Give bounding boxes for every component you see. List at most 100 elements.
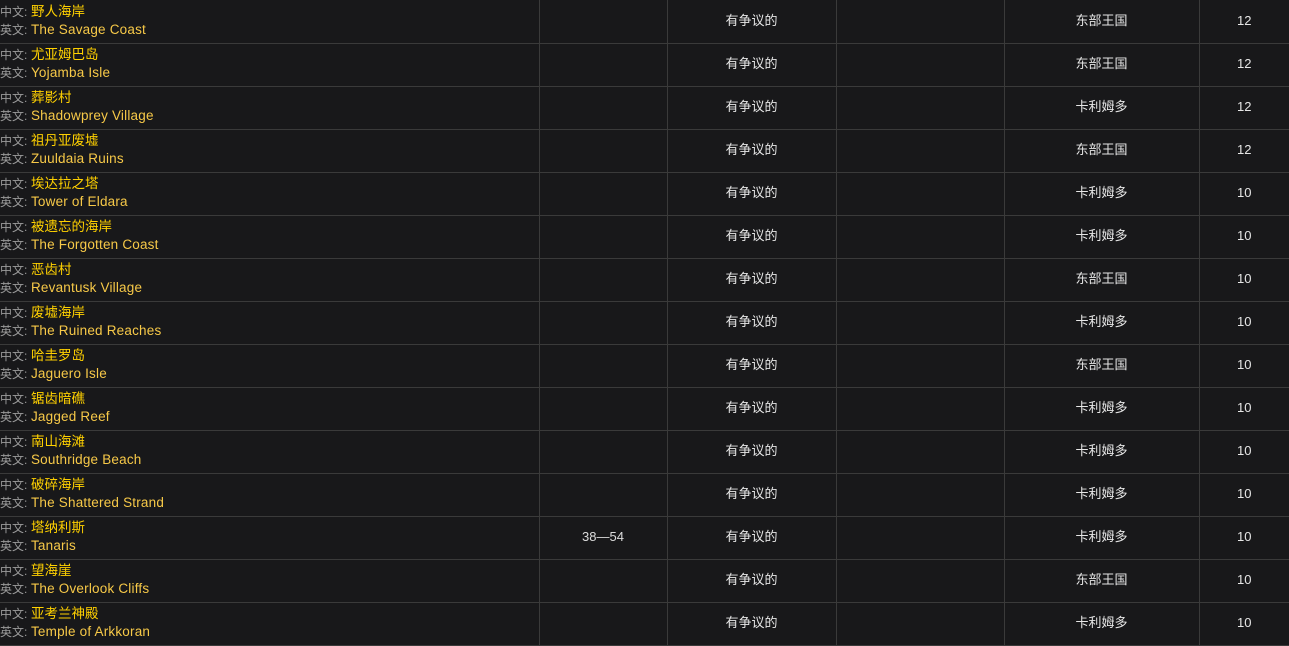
zone-name-en[interactable]: The Shattered Strand: [31, 495, 164, 510]
zone-number-cell: 10: [1199, 172, 1289, 216]
zone-status-cell: 有争议的: [667, 602, 837, 646]
zone-name-en[interactable]: Southridge Beach: [31, 452, 142, 467]
zone-name-zh-line: 中文: 塔纳利斯: [0, 520, 539, 537]
table-row[interactable]: 中文: 废墟海岸 英文: The Ruined Reaches 有争议的 卡利姆多 10: [0, 301, 1289, 345]
zone-number-cell: 12: [1199, 86, 1289, 130]
zone-name-cell[interactable]: 中文: 破碎海岸 英文: The Shattered Strand: [0, 473, 540, 517]
zone-name-en[interactable]: Shadowprey Village: [31, 108, 154, 123]
zone-name-en[interactable]: Yojamba Isle: [31, 65, 110, 80]
zone-level-range-cell: [539, 387, 668, 431]
zone-name-cell[interactable]: 中文: 尤亚姆巴岛 英文: Yojamba Isle: [0, 43, 540, 87]
zone-name-zh[interactable]: 野人海岸: [31, 4, 85, 19]
zone-name-en[interactable]: The Forgotten Coast: [31, 237, 159, 252]
zone-status-cell: 有争议的: [667, 430, 837, 474]
zone-number-cell: 12: [1199, 129, 1289, 173]
zone-name-zh[interactable]: 亚考兰神殿: [31, 606, 99, 621]
table-row[interactable]: 中文: 破碎海岸 英文: The Shattered Strand 有争议的 卡利姆多…: [0, 473, 1289, 517]
en-label: 英文:: [0, 410, 28, 424]
en-label: 英文:: [0, 367, 28, 381]
zone-level-range-cell: 38—54: [539, 516, 668, 560]
zone-name-en-line: 英文: Southridge Beach: [0, 452, 539, 469]
zone-name-en-line: 英文: Jaguero Isle: [0, 366, 539, 383]
zone-name-zh[interactable]: 被遗忘的海岸: [31, 219, 112, 234]
zone-name-en-line: 英文: Zuuldaia Ruins: [0, 151, 539, 168]
zone-name-zh-line: 中文: 望海崖: [0, 563, 539, 580]
zone-number-cell: 10: [1199, 559, 1289, 603]
zone-name-zh[interactable]: 埃达拉之塔: [31, 176, 99, 191]
zone-name-zh[interactable]: 南山海滩: [31, 434, 85, 449]
zone-name-cell[interactable]: 中文: 祖丹亚废墟英文: Zuuldaia Ruins: [0, 129, 540, 173]
table-row[interactable]: 中文: 野人海岸 英文: The Savage Coast 有争议的 东部王国 12: [0, 0, 1289, 44]
zone-name-en[interactable]: The Ruined Reaches: [31, 323, 161, 338]
zone-name-en[interactable]: Revantusk Village: [31, 280, 142, 295]
zone-name-cell[interactable]: 中文: 恶齿村 英文: Revantusk Village: [0, 258, 540, 302]
zone-level-range-cell: [539, 215, 668, 259]
zone-continent-cell: 卡利姆多: [1004, 387, 1200, 431]
zone-extra-cell: [836, 0, 1005, 44]
zone-name-zh[interactable]: 废墟海岸: [31, 305, 85, 320]
zone-extra-cell: [836, 344, 1005, 388]
zh-label: 中文:: [0, 349, 28, 364]
zone-name-cell[interactable]: 中文: 锯齿暗礁 英文: Jagged Reef: [0, 387, 540, 431]
zone-number-cell: 10: [1199, 387, 1289, 431]
zone-name-cell[interactable]: 中文: 葬影村 英文: Shadowprey Village: [0, 86, 540, 130]
zone-name-en[interactable]: Jagged Reef: [31, 409, 110, 424]
zone-extra-cell: [836, 301, 1005, 345]
zone-name-zh[interactable]: 尤亚姆巴岛: [31, 47, 99, 62]
zone-name-en[interactable]: The Overlook Cliffs: [31, 581, 149, 596]
zone-name-zh-line: 中文: 尤亚姆巴岛: [0, 47, 539, 64]
zone-continent-cell: 卡利姆多: [1004, 86, 1200, 130]
zone-level-range-cell: [539, 602, 668, 646]
zone-name-cell[interactable]: 中文: 亚考兰神殿 英文: Temple of Arkkoran: [0, 602, 540, 646]
table-row[interactable]: 中文: 埃达拉之塔 英文: Tower of Eldara 有争议的 卡利姆多 10: [0, 172, 1289, 216]
table-row[interactable]: 中文: 被遗忘的海岸 英文: The Forgotten Coast 有争议的 卡利姆…: [0, 215, 1289, 259]
zone-name-zh[interactable]: 哈圭罗岛: [31, 348, 85, 363]
zone-name-cell[interactable]: 中文: 望海崖 英文: The Overlook Cliffs: [0, 559, 540, 603]
zone-name-cell[interactable]: 中文: 废墟海岸 英文: The Ruined Reaches: [0, 301, 540, 345]
table-row[interactable]: 中文: 锯齿暗礁 英文: Jagged Reef 有争议的 卡利姆多 10: [0, 387, 1289, 431]
table-row[interactable]: 中文: 望海崖 英文: The Overlook Cliffs 有争议的 东部王国 10: [0, 559, 1289, 603]
table-row[interactable]: 中文: 南山海滩 英文: Southridge Beach 有争议的 卡利姆多 10: [0, 430, 1289, 474]
en-label: 英文:: [0, 281, 28, 295]
zone-name-en[interactable]: Tanaris: [31, 538, 76, 553]
zone-name-zh[interactable]: 恶齿村: [31, 262, 72, 277]
zone-name-en[interactable]: Jaguero Isle: [31, 366, 107, 381]
zone-name-zh[interactable]: 破碎海岸: [31, 477, 85, 492]
table-row[interactable]: 中文: 恶齿村 英文: Revantusk Village 有争议的 东部王国 10: [0, 258, 1289, 302]
zh-label: 中文:: [0, 607, 28, 622]
zone-name-zh-line: 中文: 葬影村: [0, 90, 539, 107]
zone-name-cell[interactable]: 中文: 哈圭罗岛 英文: Jaguero Isle: [0, 344, 540, 388]
zone-name-zh[interactable]: 葬影村: [31, 90, 72, 105]
zone-level-range-cell: [539, 0, 668, 44]
zone-name-cell[interactable]: 中文: 被遗忘的海岸 英文: The Forgotten Coast: [0, 215, 540, 259]
table-row[interactable]: 中文: 塔纳利斯 英文: Tanaris 38—54 有争议的 卡利姆多 10: [0, 516, 1289, 560]
table-row[interactable]: 中文: 哈圭罗岛 英文: Jaguero Isle 有争议的 东部王国 10: [0, 344, 1289, 388]
zone-level-range-cell: [539, 473, 668, 517]
zone-name-cell[interactable]: 中文: 南山海滩 英文: Southridge Beach: [0, 430, 540, 474]
zone-name-cell[interactable]: 中文: 塔纳利斯 英文: Tanaris: [0, 516, 540, 560]
zone-name-en[interactable]: The Savage Coast: [31, 22, 146, 37]
zone-name-en[interactable]: Zuuldaia Ruins: [31, 151, 124, 166]
zone-status-cell: 有争议的: [667, 344, 837, 388]
zone-name-en[interactable]: Tower of Eldara: [31, 194, 128, 209]
zone-name-cell[interactable]: 中文: 野人海岸 英文: The Savage Coast: [0, 0, 540, 44]
zone-name-zh[interactable]: 锯齿暗礁: [31, 391, 85, 406]
zone-continent-cell: 东部王国: [1004, 559, 1200, 603]
zone-name-zh[interactable]: 望海崖: [31, 563, 72, 578]
table-row[interactable]: 中文: 葬影村 英文: Shadowprey Village 有争议的 卡利姆多 12: [0, 86, 1289, 130]
en-label: 英文:: [0, 453, 28, 467]
zone-name-zh[interactable]: 塔纳利斯: [31, 520, 85, 535]
zone-status-cell: 有争议的: [667, 387, 837, 431]
zone-name-zh[interactable]: 祖丹亚废墟: [31, 133, 99, 148]
en-label: 英文:: [0, 625, 28, 639]
zh-label: 中文:: [0, 134, 28, 149]
table-row[interactable]: 中文: 亚考兰神殿 英文: Temple of Arkkoran 有争议的 卡利姆多 1…: [0, 602, 1289, 646]
table-row[interactable]: 中文: 尤亚姆巴岛 英文: Yojamba Isle 有争议的 东部王国 12: [0, 43, 1289, 87]
zone-name-en-line: 英文: Jagged Reef: [0, 409, 539, 426]
zh-label: 中文:: [0, 220, 28, 235]
zone-name-en[interactable]: Temple of Arkkoran: [31, 624, 150, 639]
table-row[interactable]: 中文: 祖丹亚废墟 英文: Zuuldaia Ruins 有争议的 东部王国 12: [0, 129, 1289, 173]
zone-number-cell: 12: [1199, 43, 1289, 87]
zone-name-cell[interactable]: 中文: 埃达拉之塔 英文: Tower of Eldara: [0, 172, 540, 216]
zone-extra-cell: [836, 86, 1005, 130]
